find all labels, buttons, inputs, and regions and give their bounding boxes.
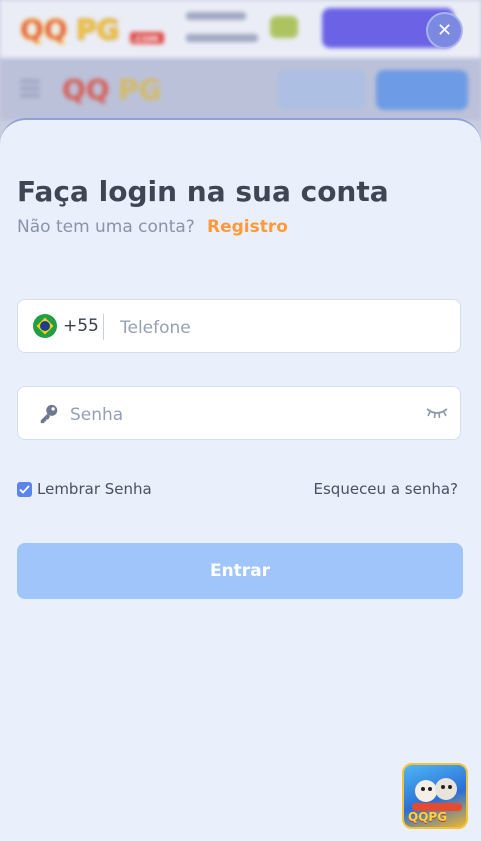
register-link[interactable]: Registro bbox=[207, 217, 288, 237]
brazil-flag-icon[interactable] bbox=[33, 314, 57, 338]
banner-text-line bbox=[186, 12, 246, 20]
remember-label: Lembrar Senha bbox=[37, 480, 152, 498]
password-input[interactable] bbox=[68, 402, 412, 428]
close-button[interactable]: ✕ bbox=[426, 12, 463, 49]
phone-field: +55 bbox=[17, 299, 461, 353]
menu-icon bbox=[20, 80, 40, 98]
login-modal: Faça login na sua conta Não tem uma cont… bbox=[0, 118, 481, 841]
country-code[interactable]: +55 bbox=[63, 316, 99, 336]
check-icon bbox=[19, 484, 30, 494]
login-button[interactable]: Entrar bbox=[17, 543, 463, 599]
header-register-button bbox=[376, 70, 468, 110]
phone-input[interactable] bbox=[118, 315, 442, 341]
remember-checkbox[interactable] bbox=[17, 481, 32, 497]
svg-text:.COM: .COM bbox=[132, 35, 159, 45]
svg-text:QQ: QQ bbox=[20, 13, 68, 46]
eye-closed-icon[interactable] bbox=[426, 407, 448, 419]
gift-icon bbox=[270, 16, 298, 38]
brand-logo: QQ PG bbox=[62, 73, 162, 106]
field-divider bbox=[103, 314, 104, 340]
svg-text:QQ: QQ bbox=[62, 73, 110, 106]
banner-text-line bbox=[186, 34, 258, 42]
app-badge-icon[interactable]: QQPG bbox=[402, 763, 468, 829]
svg-text:PG: PG bbox=[76, 13, 120, 46]
svg-text:PG: PG bbox=[118, 73, 162, 106]
header-login-button bbox=[278, 70, 366, 110]
app-badge-text: QQPG bbox=[408, 810, 448, 824]
modal-title: Faça login na sua conta bbox=[17, 175, 389, 208]
brand-logo: QQ PG .COM bbox=[19, 12, 164, 46]
close-icon: ✕ bbox=[436, 20, 453, 41]
no-account-text: Não tem uma conta? bbox=[17, 217, 195, 237]
remember-password-toggle[interactable]: Lembrar Senha bbox=[17, 480, 152, 498]
key-icon bbox=[40, 404, 58, 424]
password-field bbox=[17, 386, 461, 440]
forgot-password-link[interactable]: Esqueceu a senha? bbox=[314, 480, 458, 498]
